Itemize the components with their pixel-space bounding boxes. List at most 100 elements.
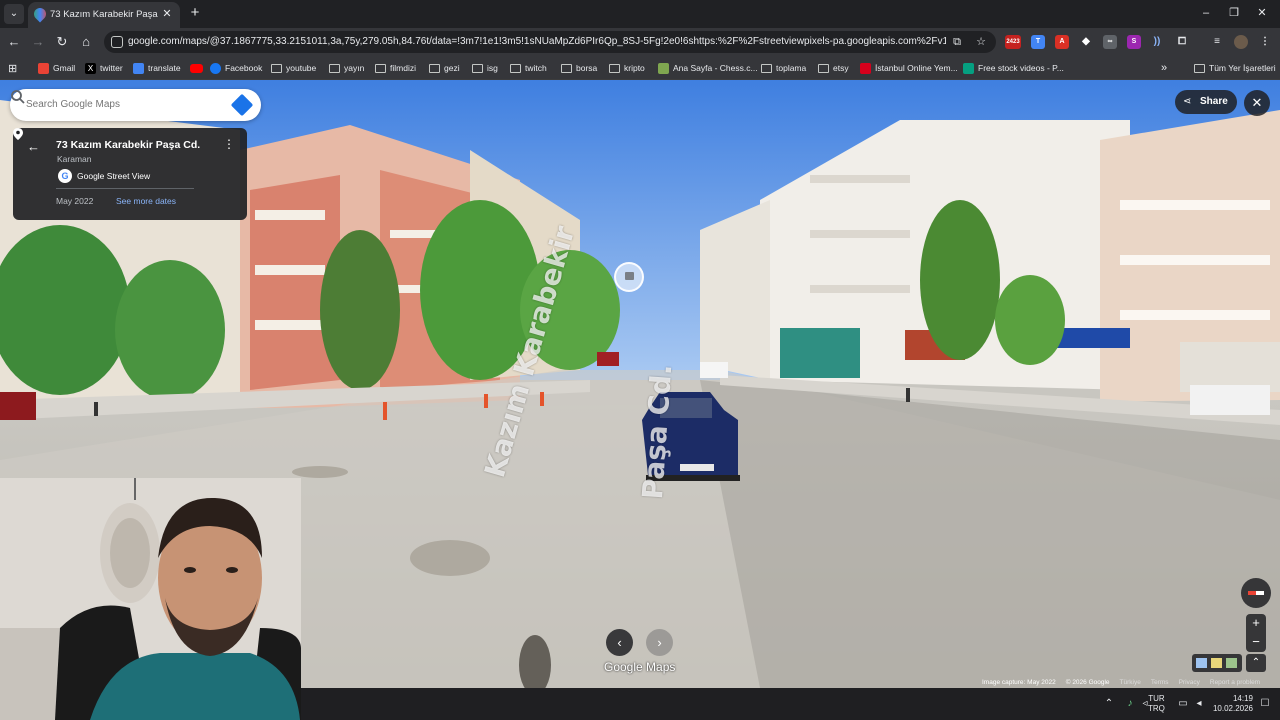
restore-icon[interactable]: ❐ bbox=[1222, 4, 1246, 22]
microphone-icon[interactable]: ♪ bbox=[1124, 698, 1136, 710]
next-arrow-icon[interactable]: › bbox=[646, 629, 673, 656]
youtube-icon bbox=[190, 63, 203, 73]
privacy-link[interactable]: Privacy bbox=[1179, 679, 1200, 688]
voice-extension-icon[interactable]: )) bbox=[1150, 35, 1164, 49]
directions-icon[interactable] bbox=[230, 93, 254, 117]
more-options-icon[interactable]: ⋮ bbox=[223, 137, 235, 151]
bookmark-folder-youtube[interactable]: youtube bbox=[271, 61, 316, 75]
tray-overflow-icon[interactable]: ⌃ bbox=[1103, 698, 1115, 710]
adblock-extension-icon[interactable]: A bbox=[1055, 35, 1069, 49]
zoom-out-button[interactable]: − bbox=[1246, 633, 1266, 651]
system-clock[interactable]: 14:19 10.02.2026 bbox=[1211, 694, 1253, 714]
bookmark-folder-etsy[interactable]: etsy bbox=[818, 61, 849, 75]
bookmark-folder-twitch[interactable]: twitch bbox=[510, 61, 547, 75]
tab-strip: ⌄ 73 Kazım Karabekir Paşa Cd. - G ✕ + – … bbox=[0, 0, 1280, 28]
landmark-marker-icon[interactable] bbox=[614, 262, 644, 292]
bookmark-folder-kripto[interactable]: kripto bbox=[609, 61, 645, 75]
reading-list-icon[interactable]: ≡ bbox=[1210, 35, 1224, 49]
zoom-in-button[interactable]: + bbox=[1246, 614, 1266, 632]
clock-time: 14:19 bbox=[1232, 694, 1253, 703]
folder-icon bbox=[329, 63, 340, 73]
country-link[interactable]: Türkiye bbox=[1120, 679, 1141, 688]
search-icon[interactable] bbox=[10, 89, 26, 105]
close-street-view-button[interactable]: ✕ bbox=[1244, 90, 1270, 116]
extension-counter-icon[interactable]: 2423 bbox=[1005, 35, 1021, 49]
zoom-controls: + − bbox=[1246, 614, 1266, 652]
facebook-icon bbox=[210, 62, 221, 74]
thumbnail-icon bbox=[1226, 658, 1237, 668]
compass-icon[interactable] bbox=[1241, 578, 1271, 608]
tab-close-icon[interactable]: ✕ bbox=[160, 7, 174, 21]
bookmark-pexels[interactable]: Free stock videos - P... bbox=[963, 61, 1064, 75]
maps-search-input[interactable] bbox=[26, 99, 196, 110]
address-bar[interactable]: google.com/maps/@37.1867775,33.2151011,3… bbox=[104, 31, 996, 53]
share-icon: ⋖ bbox=[1183, 96, 1192, 107]
home-icon[interactable]: ⌂ bbox=[76, 32, 96, 52]
bookmark-folder-toplama[interactable]: toplama bbox=[761, 61, 806, 75]
new-tab-button[interactable]: + bbox=[186, 4, 204, 22]
share-button[interactable]: ⋖ Share bbox=[1175, 90, 1237, 114]
folder-icon bbox=[271, 63, 282, 73]
reload-icon[interactable]: ↻ bbox=[52, 32, 72, 52]
google-maps-logo: Google Maps bbox=[604, 660, 676, 674]
gmail-icon bbox=[38, 62, 49, 74]
previous-arrow-icon[interactable]: ‹ bbox=[606, 629, 633, 656]
profile-avatar[interactable] bbox=[1234, 35, 1248, 49]
bookmark-folder-filmdizi[interactable]: filmdizi bbox=[375, 61, 416, 75]
input-language[interactable]: TUR TRQ bbox=[1148, 694, 1165, 714]
apps-grid-icon[interactable]: ⊞ bbox=[8, 61, 17, 75]
translate-extension-icon[interactable]: T bbox=[1031, 35, 1045, 49]
notifications-icon[interactable]: ☐ bbox=[1259, 698, 1271, 710]
bookmark-folder-borsa[interactable]: borsa bbox=[561, 61, 597, 75]
webcam-image bbox=[0, 478, 301, 720]
extensions-puzzle-icon[interactable]: ⧠ bbox=[1175, 35, 1189, 49]
see-more-dates-link[interactable]: See more dates bbox=[116, 196, 176, 206]
speaker-icon[interactable]: ◂ bbox=[1193, 698, 1205, 710]
purple-extension-icon[interactable]: S bbox=[1127, 35, 1141, 49]
folder-icon bbox=[510, 63, 521, 73]
maps-search-box[interactable] bbox=[10, 89, 261, 121]
minimize-icon[interactable]: – bbox=[1194, 4, 1218, 22]
card-divider bbox=[56, 188, 194, 189]
folder-icon bbox=[609, 63, 620, 73]
report-problem-link[interactable]: Report a problem bbox=[1210, 679, 1260, 688]
webcam-overlay bbox=[0, 478, 301, 720]
bookmarks-overflow-icon[interactable]: » bbox=[1161, 61, 1167, 75]
browser-menu-icon[interactable]: ⋮ bbox=[1258, 35, 1272, 49]
forward-icon[interactable]: → bbox=[28, 32, 48, 52]
window-close-icon[interactable]: ✕ bbox=[1250, 4, 1274, 22]
copyright-text: © 2026 Google bbox=[1065, 679, 1110, 686]
tab-title: 73 Kazım Karabekir Paşa Cd. - G bbox=[50, 9, 160, 20]
glasses-extension-icon[interactable]: ∞ bbox=[1103, 35, 1117, 49]
bookmark-folder-isg[interactable]: isg bbox=[472, 61, 498, 75]
bookmark-chess[interactable]: Ana Sayfa - Chess.c... bbox=[658, 61, 758, 75]
bookmark-star-icon[interactable]: ☆ bbox=[974, 35, 988, 49]
bookmark-twitter[interactable]: Xtwitter bbox=[85, 61, 123, 75]
bookmark-translate[interactable]: translate bbox=[133, 61, 181, 75]
active-tab[interactable]: 73 Kazım Karabekir Paşa Cd. - G ✕ bbox=[28, 2, 180, 28]
bookmark-yemeksepeti[interactable]: İstanbul Online Yem... bbox=[860, 61, 958, 75]
screen: ⌄ 73 Kazım Karabekir Paşa Cd. - G ✕ + – … bbox=[0, 0, 1280, 720]
bookmark-facebook[interactable]: Facebook bbox=[210, 61, 262, 75]
bookmark-folder-yayin[interactable]: yayın bbox=[329, 61, 364, 75]
terms-link[interactable]: Terms bbox=[1151, 679, 1169, 688]
bookmark-gmail[interactable]: Gmail bbox=[38, 61, 75, 75]
chess-icon bbox=[658, 62, 669, 74]
back-icon[interactable]: ← bbox=[4, 32, 24, 52]
diamond-extension-icon[interactable]: ◆ bbox=[1079, 35, 1093, 49]
location-pin-icon[interactable] bbox=[13, 128, 23, 140]
back-arrow-icon[interactable]: ← bbox=[27, 139, 40, 154]
imagery-thumbnails[interactable] bbox=[1192, 654, 1242, 672]
address-bar-url[interactable]: google.com/maps/@37.1867775,33.2151011,3… bbox=[128, 36, 946, 47]
bookmark-folder-gezi[interactable]: gezi bbox=[429, 61, 460, 75]
tab-search-icon[interactable]: ⌄ bbox=[4, 4, 24, 24]
bookmark-youtube-link[interactable] bbox=[190, 61, 203, 75]
bookmark-all[interactable]: Tüm Yer İşaretleri bbox=[1194, 61, 1276, 75]
network-icon[interactable]: ▭ bbox=[1177, 698, 1189, 710]
pexels-icon bbox=[963, 62, 974, 74]
install-app-icon[interactable]: ⧉ bbox=[950, 35, 964, 49]
expand-chevron-icon[interactable]: ⌃ bbox=[1246, 654, 1266, 672]
site-info-icon[interactable] bbox=[111, 36, 123, 48]
google-maps-favicon-icon bbox=[31, 5, 49, 23]
translate-icon bbox=[133, 62, 144, 74]
